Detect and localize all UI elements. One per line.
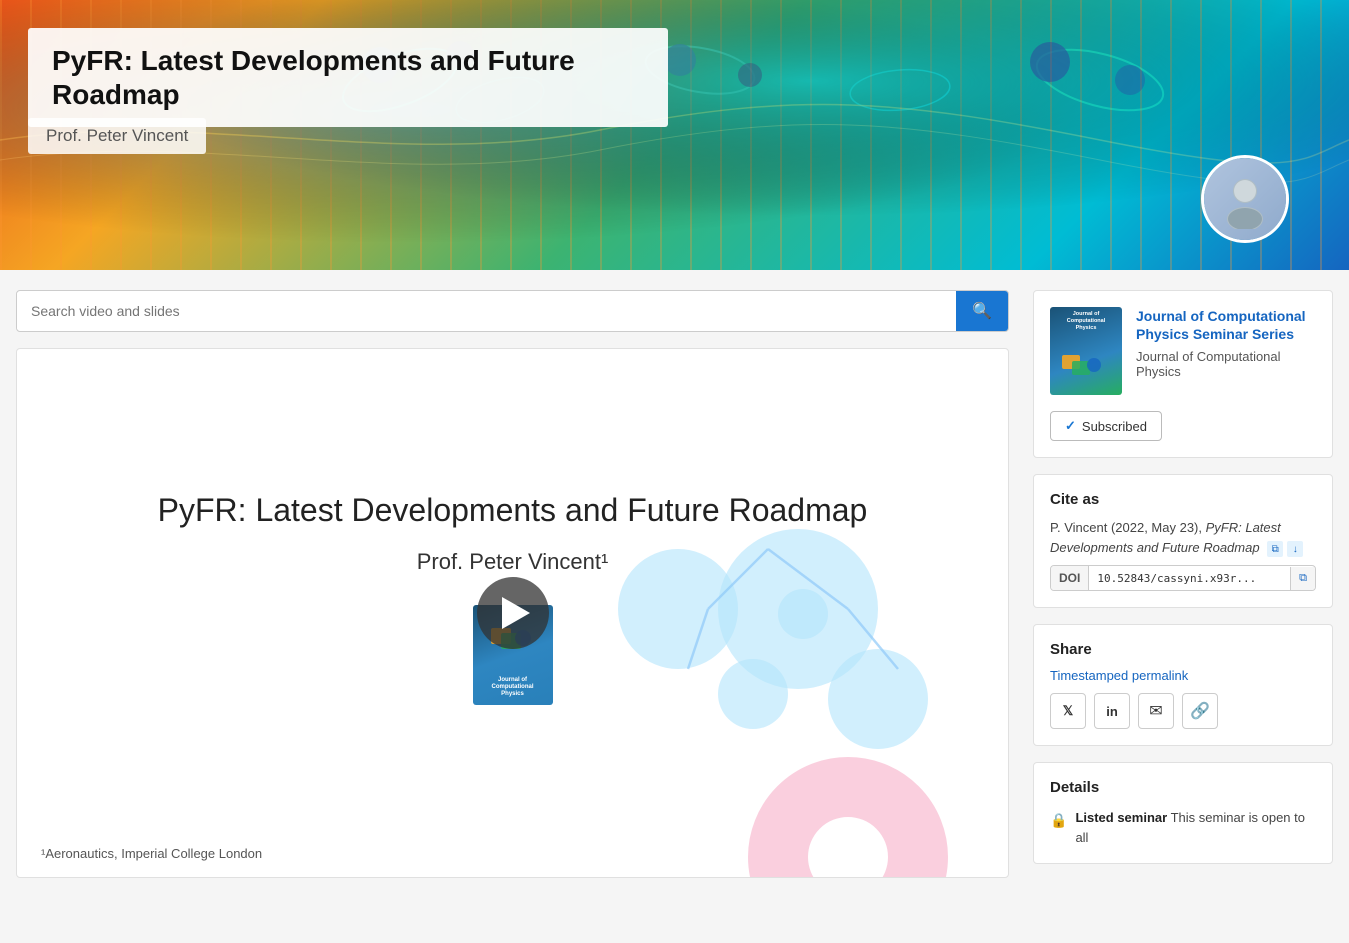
journal-publisher: Journal of Computational Physics (1136, 349, 1316, 379)
slide-author: Prof. Peter Vincent¹ (417, 549, 609, 575)
details-section: Details 🔒 Listed seminar This seminar is… (1033, 762, 1333, 864)
hero-title-box: PyFR: Latest Developments and Future Roa… (28, 28, 668, 127)
doi-copy-icon[interactable]: ⧉ (1290, 567, 1315, 590)
email-share-button[interactable]: ✉ (1138, 693, 1174, 729)
search-button[interactable]: 🔍 (956, 291, 1008, 331)
hero-title: PyFR: Latest Developments and Future Roa… (52, 44, 644, 111)
journal-thumbnail: Journal ofComputationalPhysics (1050, 307, 1122, 395)
play-button[interactable] (477, 577, 549, 649)
slide-title: PyFR: Latest Developments and Future Roa… (158, 492, 868, 529)
cite-text: P. Vincent (2022, May 23), PyFR: Latest … (1050, 518, 1316, 557)
twitter-share-button[interactable]: 𝕏 (1050, 693, 1086, 729)
email-icon: ✉ (1149, 701, 1162, 721)
sidebar: Journal ofComputationalPhysics Journal o… (1033, 290, 1333, 878)
hero-author: Prof. Peter Vincent (46, 126, 188, 145)
subscribed-label: Subscribed (1082, 419, 1147, 434)
main-container: 🔍 PyFR: Latest Developments and Future R… (0, 270, 1349, 898)
seminar-type: Listed seminar (1075, 810, 1167, 825)
deco-arc (748, 757, 948, 878)
link-icon: 🔗 (1190, 701, 1210, 721)
cite-copy-icon[interactable]: ⧉ (1267, 541, 1283, 557)
journal-info: Journal of Computational Physics Seminar… (1136, 307, 1316, 379)
linkedin-icon: in (1106, 704, 1118, 719)
slide-affiliation: ¹Aeronautics, Imperial College London (41, 846, 262, 861)
doi-row: DOI 10.52843/cassyni.x93r... ⧉ (1050, 565, 1316, 591)
search-bar: 🔍 (16, 290, 1009, 332)
content-area: 🔍 PyFR: Latest Developments and Future R… (16, 290, 1009, 878)
search-icon: 🔍 (972, 303, 992, 320)
avatar-person-icon (1215, 169, 1275, 229)
hero-banner: PyFR: Latest Developments and Future Roa… (0, 0, 1349, 270)
search-input[interactable] (17, 293, 956, 329)
journal-header: Journal ofComputationalPhysics Journal o… (1050, 307, 1316, 395)
details-row: 🔒 Listed seminar This seminar is open to… (1050, 808, 1316, 847)
journal-series-title[interactable]: Journal of Computational Physics Seminar… (1136, 307, 1316, 343)
cite-section: Cite as P. Vincent (2022, May 23), PyFR:… (1033, 474, 1333, 608)
journal-card: Journal ofComputationalPhysics Journal o… (1033, 290, 1333, 458)
video-container[interactable]: PyFR: Latest Developments and Future Roa… (16, 348, 1009, 878)
subscribed-button[interactable]: ✓ Subscribed (1050, 411, 1162, 441)
timestamped-permalink[interactable]: Timestamped permalink (1050, 668, 1316, 683)
details-heading: Details (1050, 779, 1316, 796)
avatar (1201, 155, 1289, 243)
journal-cover-title: Journal ofComputationalPhysics (492, 677, 534, 699)
lock-icon: 🔒 (1050, 810, 1067, 831)
share-icons: 𝕏 in ✉ 🔗 (1050, 693, 1316, 729)
twitter-icon: 𝕏 (1063, 703, 1073, 719)
share-heading: Share (1050, 641, 1316, 658)
cite-text-prefix: P. Vincent (2022, May 23), (1050, 520, 1206, 535)
linkedin-share-button[interactable]: in (1094, 693, 1130, 729)
cite-heading: Cite as (1050, 491, 1316, 508)
doi-label: DOI (1051, 566, 1089, 590)
check-icon: ✓ (1065, 418, 1076, 434)
link-share-button[interactable]: 🔗 (1182, 693, 1218, 729)
journal-thumb-graphic-icon (1058, 343, 1114, 391)
doi-value: 10.52843/cassyni.x93r... (1089, 567, 1290, 590)
share-section: Share Timestamped permalink 𝕏 in ✉ 🔗 (1033, 624, 1333, 746)
hero-author-box: Prof. Peter Vincent (28, 118, 206, 154)
cite-download-icon[interactable]: ↓ (1287, 541, 1303, 557)
